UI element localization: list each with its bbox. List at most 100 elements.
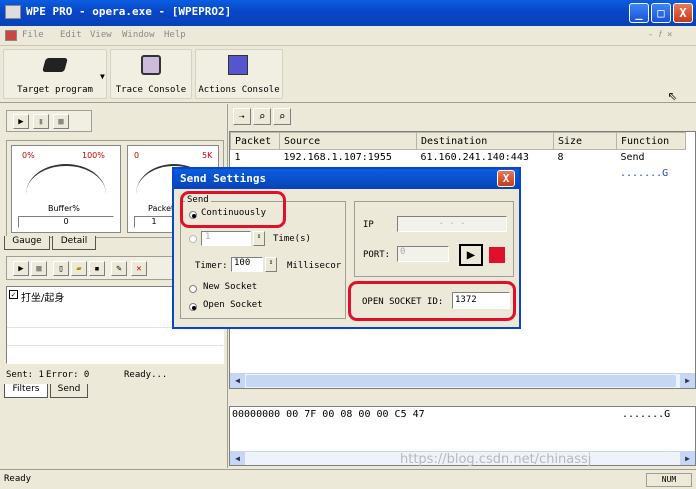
maximize-button[interactable]: □	[651, 3, 671, 23]
play-icon[interactable]: ▶	[13, 114, 29, 129]
cell-source: 192.168.1.107:1955	[283, 152, 392, 163]
buffer-gauge: 0% 100% Buffer% 0	[11, 145, 121, 233]
trace-console-button[interactable]: Trace Console	[110, 49, 192, 99]
gauge-label: Buffer%	[48, 204, 80, 213]
checkbox-icon[interactable]: ✓	[9, 290, 18, 299]
gauge-low-label: 0	[134, 151, 140, 160]
times-input[interactable]: 1	[201, 231, 251, 246]
col-source[interactable]: Source	[279, 132, 417, 150]
table-header: Packet Source Destination Size Function	[230, 132, 686, 150]
new-file-icon[interactable]: ▯	[53, 261, 69, 276]
divider	[7, 345, 223, 346]
table-row[interactable]: 1 192.168.1.107:1955 61.160.241.140:443 …	[231, 150, 686, 166]
gauge-high-label: 5K	[202, 151, 213, 160]
scroll-left-icon[interactable]: ◀	[230, 374, 245, 388]
tab-gauge[interactable]: Gauge	[4, 236, 50, 250]
gauge-toolbar: ▶ ▮ ■	[6, 110, 92, 132]
dialog-title: Send Settings	[180, 172, 267, 185]
hex-ascii: .......G	[622, 409, 671, 420]
app-icon	[5, 5, 21, 19]
cell-destination: 61.160.241.140:443	[420, 152, 529, 163]
tab-detail[interactable]: Detail	[52, 236, 96, 250]
timer-label: Timer:	[195, 261, 228, 271]
delete-icon[interactable]: ✕	[131, 261, 147, 276]
tab-filters[interactable]: Filters	[4, 384, 48, 398]
list-item[interactable]: 打坐/起身	[21, 289, 64, 304]
menu-window[interactable]: Window	[122, 30, 155, 40]
menu-file[interactable]: File	[22, 30, 44, 40]
play-icon[interactable]: ▶	[459, 244, 483, 266]
search-icon[interactable]: ⌕	[253, 108, 271, 125]
ip-input[interactable]: . . .	[397, 216, 507, 232]
menu-help[interactable]: Help	[164, 30, 186, 40]
num-indicator: NUM	[646, 473, 692, 487]
menu-edit[interactable]: Edit	[60, 30, 82, 40]
times-radio[interactable]	[189, 235, 197, 243]
cell-size: 8	[557, 152, 564, 163]
scroll-right-icon[interactable]: ▶	[680, 452, 695, 465]
scroll-thumb[interactable]	[246, 375, 676, 387]
filter-toolbar: ▶ ■ ▯ ▰ ▪ ✎ ✕	[6, 256, 174, 280]
cell-function: Send	[620, 152, 645, 163]
col-function[interactable]: Function	[616, 132, 686, 150]
timer-stepper[interactable]: ⇕	[265, 257, 277, 272]
actions-console-button[interactable]: Actions Console	[195, 49, 283, 99]
packet-toolbar: ⇢ ⌕ ⌕	[229, 104, 696, 130]
pause-icon[interactable]: ▮	[33, 114, 49, 129]
ms-label: Millisecor	[287, 261, 342, 271]
stop-icon[interactable]: ■	[53, 114, 69, 129]
pen-icon	[228, 55, 248, 75]
highlight-continuously	[180, 191, 286, 228]
play-icon[interactable]: ▶	[13, 261, 29, 276]
cell-packet: 1	[234, 152, 241, 163]
ascii-preview: .......G	[620, 168, 669, 179]
gauge-arc	[26, 164, 106, 224]
mdi-controls[interactable]: - 𝑓 ×	[648, 30, 672, 40]
title-bar: WPE PRO - opera.exe - [WPEPRO2] _ □ X	[0, 0, 696, 26]
stop-icon[interactable]	[489, 247, 505, 263]
watermark: https://blog.csdn.net/chinassj	[400, 452, 592, 467]
port-label: PORT:	[363, 250, 391, 260]
menu-view[interactable]: View	[90, 30, 112, 40]
stop-icon[interactable]: ■	[31, 261, 47, 276]
new-socket-radio[interactable]	[189, 285, 197, 293]
dialog-title-bar: Send Settings X	[174, 169, 519, 189]
highlight-open-socket-id	[348, 281, 516, 321]
save-icon[interactable]: ▪	[89, 261, 105, 276]
open-socket-radio[interactable]	[189, 303, 197, 311]
open-socket-label[interactable]: Open Socket	[203, 300, 263, 310]
magnifier-icon	[141, 55, 161, 75]
col-packet[interactable]: Packet	[230, 132, 280, 150]
open-folder-icon[interactable]: ▰	[71, 261, 87, 276]
search-next-icon[interactable]: ⌕	[273, 108, 291, 125]
times-stepper[interactable]: ⇕	[253, 231, 265, 246]
tab-send[interactable]: Send	[50, 384, 88, 398]
col-size[interactable]: Size	[553, 132, 617, 150]
hex-line: 00000000 00 7F 00 08 00 00 C5 47	[232, 409, 425, 420]
port-input[interactable]: 0	[397, 246, 449, 262]
status-bar: Ready NUM	[0, 469, 696, 489]
dialog-close-button[interactable]: X	[497, 170, 515, 187]
times-label: Time(s)	[273, 234, 311, 244]
horizontal-scrollbar[interactable]: ◀ ▶	[230, 373, 695, 388]
sent-count: Sent: 1	[6, 370, 44, 380]
close-button[interactable]: X	[673, 3, 693, 23]
scroll-right-icon[interactable]: ▶	[680, 374, 695, 388]
col-destination[interactable]: Destination	[416, 132, 554, 150]
ip-label: IP	[363, 220, 374, 230]
cursor-icon: ⇖	[668, 85, 678, 104]
gauge-value: 1	[134, 216, 174, 228]
ready-text: Ready...	[124, 370, 168, 380]
gauge-label: Packet	[148, 204, 175, 213]
scroll-left-icon[interactable]: ◀	[230, 452, 245, 465]
gauge-high-label: 100%	[82, 151, 105, 160]
target-program-button[interactable]: ▼ Target program	[3, 49, 107, 99]
new-socket-label[interactable]: New Socket	[203, 282, 257, 292]
timer-input[interactable]: 100	[231, 257, 263, 272]
filter-icon[interactable]: ⇢	[233, 108, 251, 125]
minimize-button[interactable]: _	[629, 3, 649, 23]
dropdown-arrow-icon: ▼	[100, 72, 105, 81]
edit-icon[interactable]: ✎	[111, 261, 127, 276]
gauge-value: 0	[18, 216, 114, 228]
mdi-icon	[5, 30, 17, 41]
